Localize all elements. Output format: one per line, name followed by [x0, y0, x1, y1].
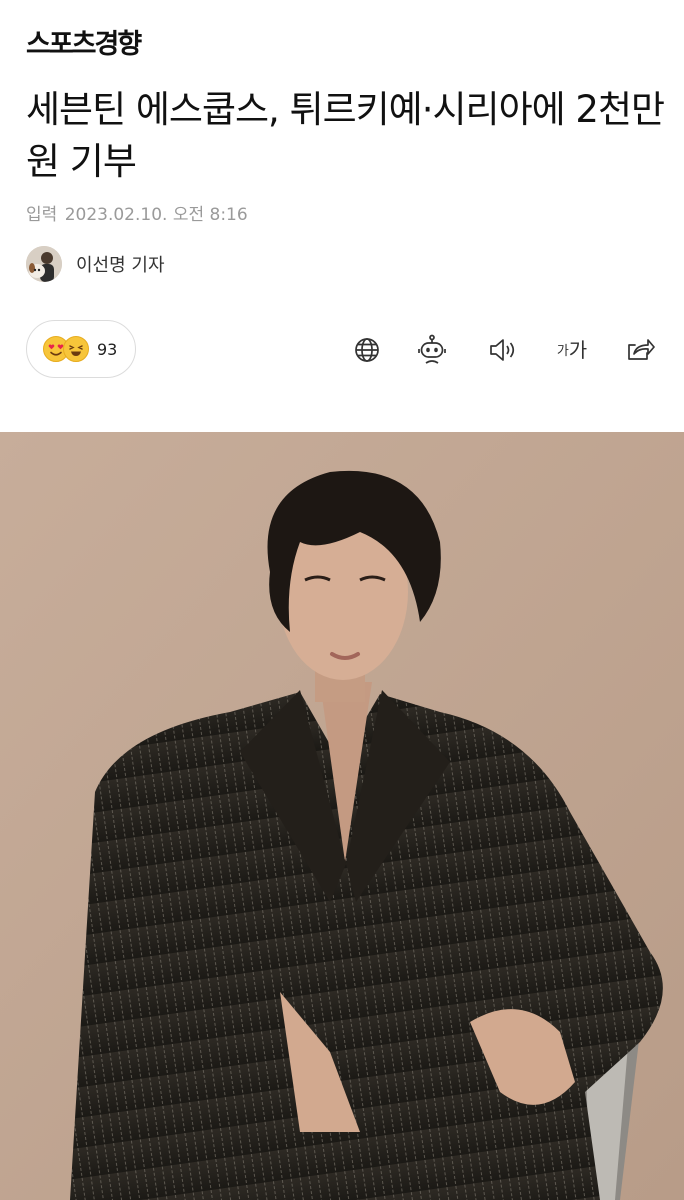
article-meta: 입력 2023.02.10. 오전 8:16	[26, 200, 248, 225]
globe-icon	[355, 338, 379, 362]
article-photo	[0, 432, 684, 1200]
summary-bot-button[interactable]	[412, 330, 452, 370]
published-date: 2023.02.10. 오전 8:16	[64, 205, 248, 225]
translate-button[interactable]	[347, 330, 387, 370]
avatar-image	[26, 246, 62, 282]
font-size-large-label: 가	[568, 338, 588, 362]
photo-illustration	[0, 432, 684, 1200]
author-name[interactable]: 이선명 기자	[76, 251, 165, 277]
author-row[interactable]: 이선명 기자	[26, 244, 165, 284]
font-size-small-label: 가	[556, 344, 569, 359]
share-button[interactable]	[620, 330, 660, 370]
text-to-speech-button[interactable]	[482, 330, 522, 370]
site-logo[interactable]: 스포츠경향	[26, 22, 142, 61]
font-size-button[interactable]: 가 가	[550, 330, 594, 370]
article-toolbar: 가 가	[0, 330, 684, 370]
meta-label: 입력	[26, 205, 58, 225]
font-size-icon: 가 가	[557, 338, 587, 362]
share-icon	[628, 339, 655, 360]
author-avatar	[26, 246, 62, 282]
speaker-icon	[490, 339, 515, 361]
robot-icon	[418, 334, 446, 364]
article-title: 세븐틴 에스쿱스, 튀르키예·시리아에 2천만원 기부	[26, 88, 665, 183]
